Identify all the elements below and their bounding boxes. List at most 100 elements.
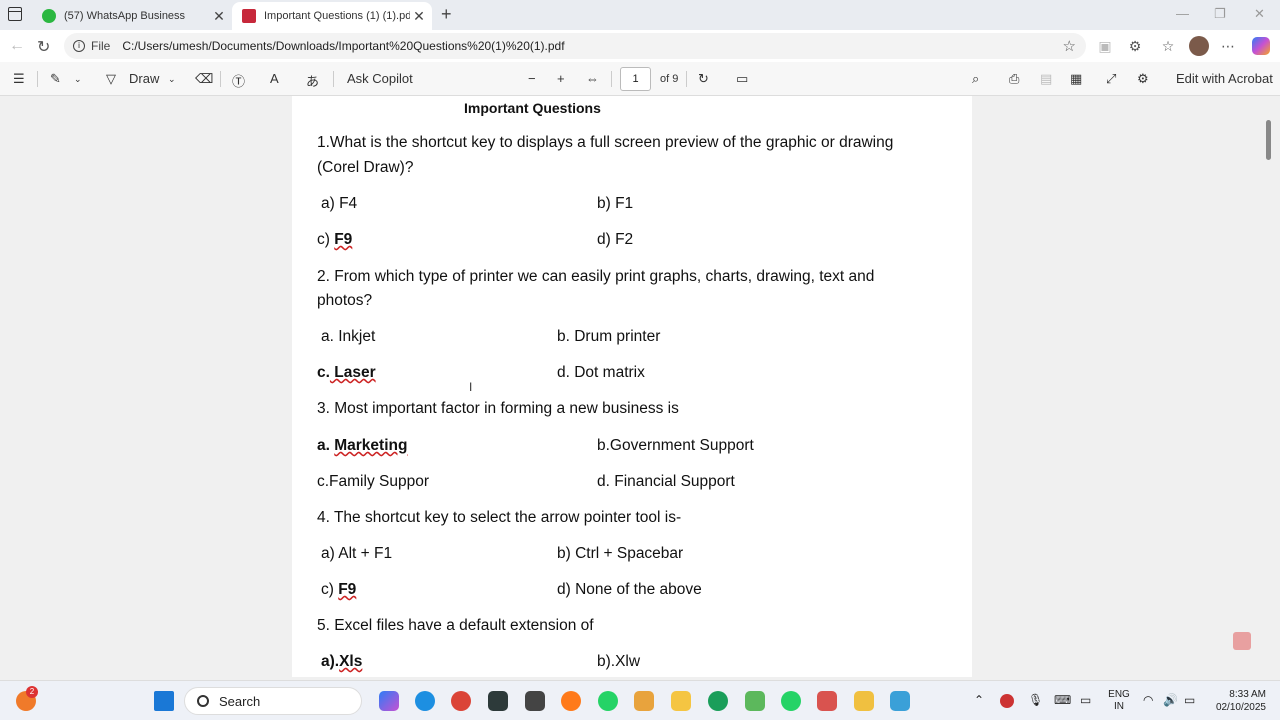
edge-icon[interactable] (415, 691, 435, 711)
app-icon[interactable] (817, 691, 837, 711)
option-prefix: a. (317, 437, 335, 454)
copilot-icon[interactable] (1252, 37, 1270, 55)
print-icon[interactable]: ⎙ (1009, 71, 1019, 87)
q4-option-d: d) None of the above (557, 581, 702, 598)
ask-copilot-button[interactable]: Ask Copilot (347, 71, 413, 86)
app-icon[interactable] (745, 691, 765, 711)
new-tab-icon[interactable]: + (441, 4, 452, 25)
question-3-line-1: 3. Most important factor in forming a ne… (317, 400, 679, 417)
tab-actions-icon[interactable] (8, 7, 22, 21)
zoom-out-icon[interactable]: − (528, 71, 536, 86)
split-screen-icon[interactable]: ▣ (1097, 38, 1113, 54)
scheme-label: File (91, 39, 111, 53)
tab-pdf[interactable]: Important Questions (1) (1).pdf ✕ (232, 2, 432, 30)
file-explorer-icon[interactable] (671, 691, 691, 711)
draw-icon[interactable]: ▽ (106, 71, 116, 87)
whatsapp-business-icon[interactable] (781, 691, 801, 711)
settings-icon[interactable]: ⚙ (1137, 71, 1149, 87)
favorite-star-icon[interactable]: ☆ (1063, 37, 1076, 55)
volume-icon[interactable]: 🔊 (1163, 693, 1178, 707)
contents-icon[interactable]: ☰ (13, 71, 25, 87)
eraser-icon[interactable]: ⌫ (195, 71, 213, 87)
tab-whatsapp[interactable]: (57) WhatsApp Business ✕ (32, 2, 232, 30)
time: 8:33 AM (1229, 689, 1266, 700)
minimize-icon[interactable]: — (1176, 6, 1189, 21)
q2-option-c: c. Laser (317, 364, 376, 382)
page-view-icon[interactable]: ▭ (736, 71, 748, 87)
question-2-line-1: 2. From which type of printer we can eas… (317, 268, 875, 285)
translate-icon[interactable]: あ (306, 71, 319, 90)
q1-option-a: a) F4 (321, 195, 358, 212)
chevron-down-icon[interactable]: ⌄ (168, 74, 176, 85)
info-icon[interactable]: i (73, 40, 85, 52)
chevron-down-icon[interactable]: ⌄ (74, 74, 82, 85)
document-title: Important Questions (464, 100, 601, 116)
q3-option-c: c.Family Suppor (317, 473, 429, 490)
windows-start-icon[interactable] (154, 691, 174, 711)
url-text[interactable]: C:/Users/umesh/Documents/Downloads/Impor… (122, 39, 564, 53)
chrome-icon[interactable] (451, 691, 471, 711)
region-code: IN (1114, 701, 1124, 712)
address-bar[interactable]: i File C:/Users/umesh/Documents/Download… (64, 33, 1086, 59)
highlight-icon[interactable]: ✎ (50, 71, 61, 87)
chevron-up-icon[interactable]: ⌃ (974, 693, 984, 707)
microphone-icon[interactable]: 🎙 (1028, 693, 1043, 707)
scrollbar[interactable] (1263, 96, 1273, 677)
app-icon[interactable] (525, 691, 545, 711)
display-icon[interactable]: ▭ (1080, 693, 1091, 707)
avatar[interactable] (1189, 36, 1209, 56)
window-close-icon[interactable]: ✕ (1254, 6, 1265, 22)
pdf-icon (242, 9, 256, 23)
app-icon[interactable] (488, 691, 508, 711)
page-count: of 9 (660, 73, 679, 85)
date: 02/10/2025 (1215, 702, 1266, 713)
q2-option-d: d. Dot matrix (557, 364, 645, 381)
search-icon[interactable]: ⌕ (972, 71, 979, 87)
fit-page-icon[interactable]: ⇔ (586, 71, 599, 86)
question-1-line-1: 1.What is the shortcut key to displays a… (317, 134, 894, 151)
close-icon[interactable]: ✕ (210, 8, 228, 25)
favorites-icon[interactable]: ☆ (1160, 38, 1176, 54)
answer-highlight: F9 (338, 581, 357, 598)
app-icon[interactable] (854, 691, 874, 711)
refresh-icon[interactable]: ↻ (37, 37, 50, 57)
close-icon[interactable]: ✕ (410, 8, 428, 25)
save-icon[interactable]: ▤ (1040, 71, 1052, 87)
read-aloud-icon[interactable]: A (270, 71, 279, 86)
text-box-icon[interactable]: Ⓣ (232, 71, 245, 90)
whatsapp-icon[interactable] (598, 691, 618, 711)
firefox-icon[interactable] (561, 691, 581, 711)
acrobat-icon[interactable] (1233, 632, 1251, 650)
edit-with-acrobat-button[interactable]: Edit with Acrobat (1176, 71, 1273, 86)
app-icon[interactable] (634, 691, 654, 711)
wifi-icon[interactable]: ◠ (1143, 693, 1153, 707)
document-viewer[interactable]: Important Questions 1.What is the shortc… (0, 96, 1280, 677)
more-icon[interactable]: ⋯ (1220, 38, 1236, 54)
extensions-icon[interactable]: ⚙ (1127, 38, 1143, 54)
copilot-app-icon[interactable] (379, 691, 399, 711)
clock[interactable]: 8:33 AM 02/10/2025 (1206, 688, 1266, 714)
zoom-in-icon[interactable]: + (557, 71, 565, 86)
notification-badge: 2 (26, 686, 38, 698)
rotate-icon[interactable]: ↻ (698, 71, 709, 87)
answer-highlight: F9 (334, 231, 353, 248)
battery-icon[interactable]: ▭ (1184, 693, 1195, 707)
full-screen-icon[interactable]: ⤢ (1106, 71, 1116, 87)
save-as-icon[interactable]: ▦ (1070, 71, 1082, 87)
option-prefix: a). (321, 653, 340, 670)
answer-highlight: Laser (329, 364, 376, 381)
keyboard-icon[interactable]: ⌨ (1054, 693, 1071, 707)
snipping-tool-icon[interactable] (890, 691, 910, 711)
q5-option-b: b).Xlw (597, 653, 641, 670)
whatsapp-icon (42, 9, 56, 23)
draw-button[interactable]: Draw (129, 71, 159, 86)
app-tray-icon[interactable] (1000, 694, 1014, 708)
language-indicator[interactable]: ENG IN (1106, 689, 1132, 713)
taskbar-search[interactable]: Search (184, 687, 362, 715)
question-2-line-2: photos? (317, 292, 373, 309)
maximize-icon[interactable]: ❐ (1214, 6, 1226, 22)
app-icon[interactable] (708, 691, 728, 711)
back-icon[interactable]: ← (9, 37, 25, 55)
page-number-input[interactable]: 1 (620, 67, 651, 91)
scrollbar-thumb[interactable] (1266, 120, 1271, 160)
